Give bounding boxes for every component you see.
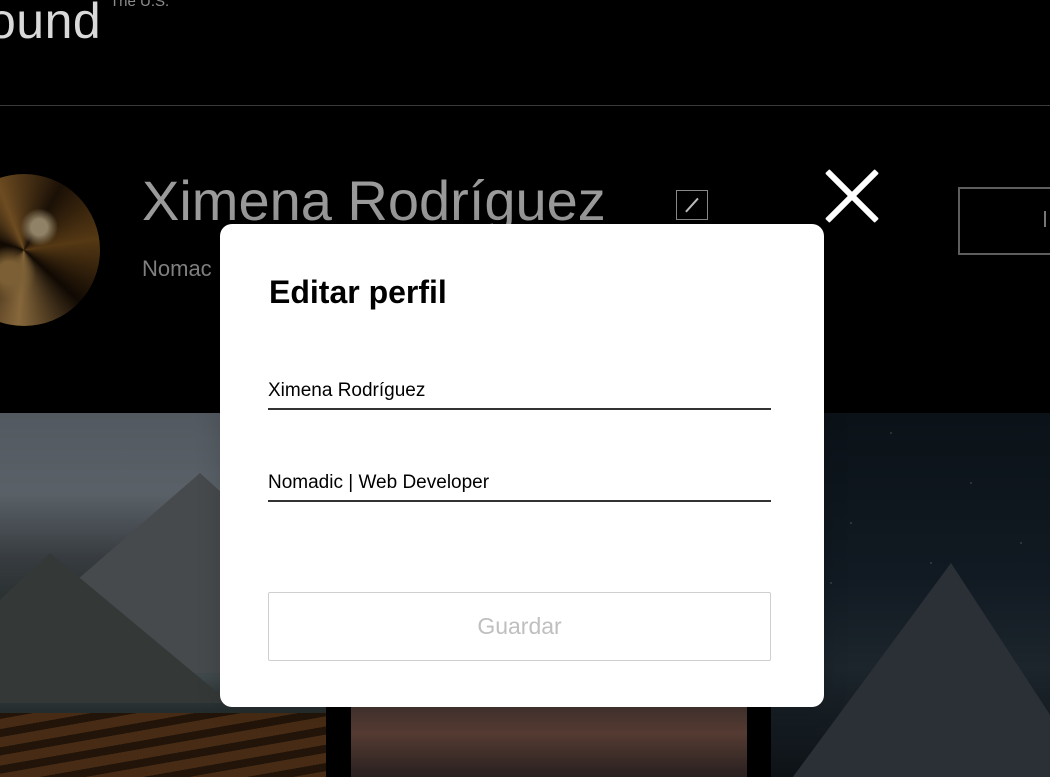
page: ound The U.S. Ximena Rodríguez Nomac Edi… — [0, 0, 1050, 777]
close-icon[interactable] — [822, 166, 882, 226]
name-input[interactable] — [268, 376, 771, 410]
modal-title: Editar perfil — [269, 274, 447, 310]
edit-profile-modal: Editar perfil Guardar — [220, 224, 824, 707]
bio-input[interactable] — [268, 468, 771, 502]
save-button[interactable]: Guardar — [268, 592, 771, 661]
